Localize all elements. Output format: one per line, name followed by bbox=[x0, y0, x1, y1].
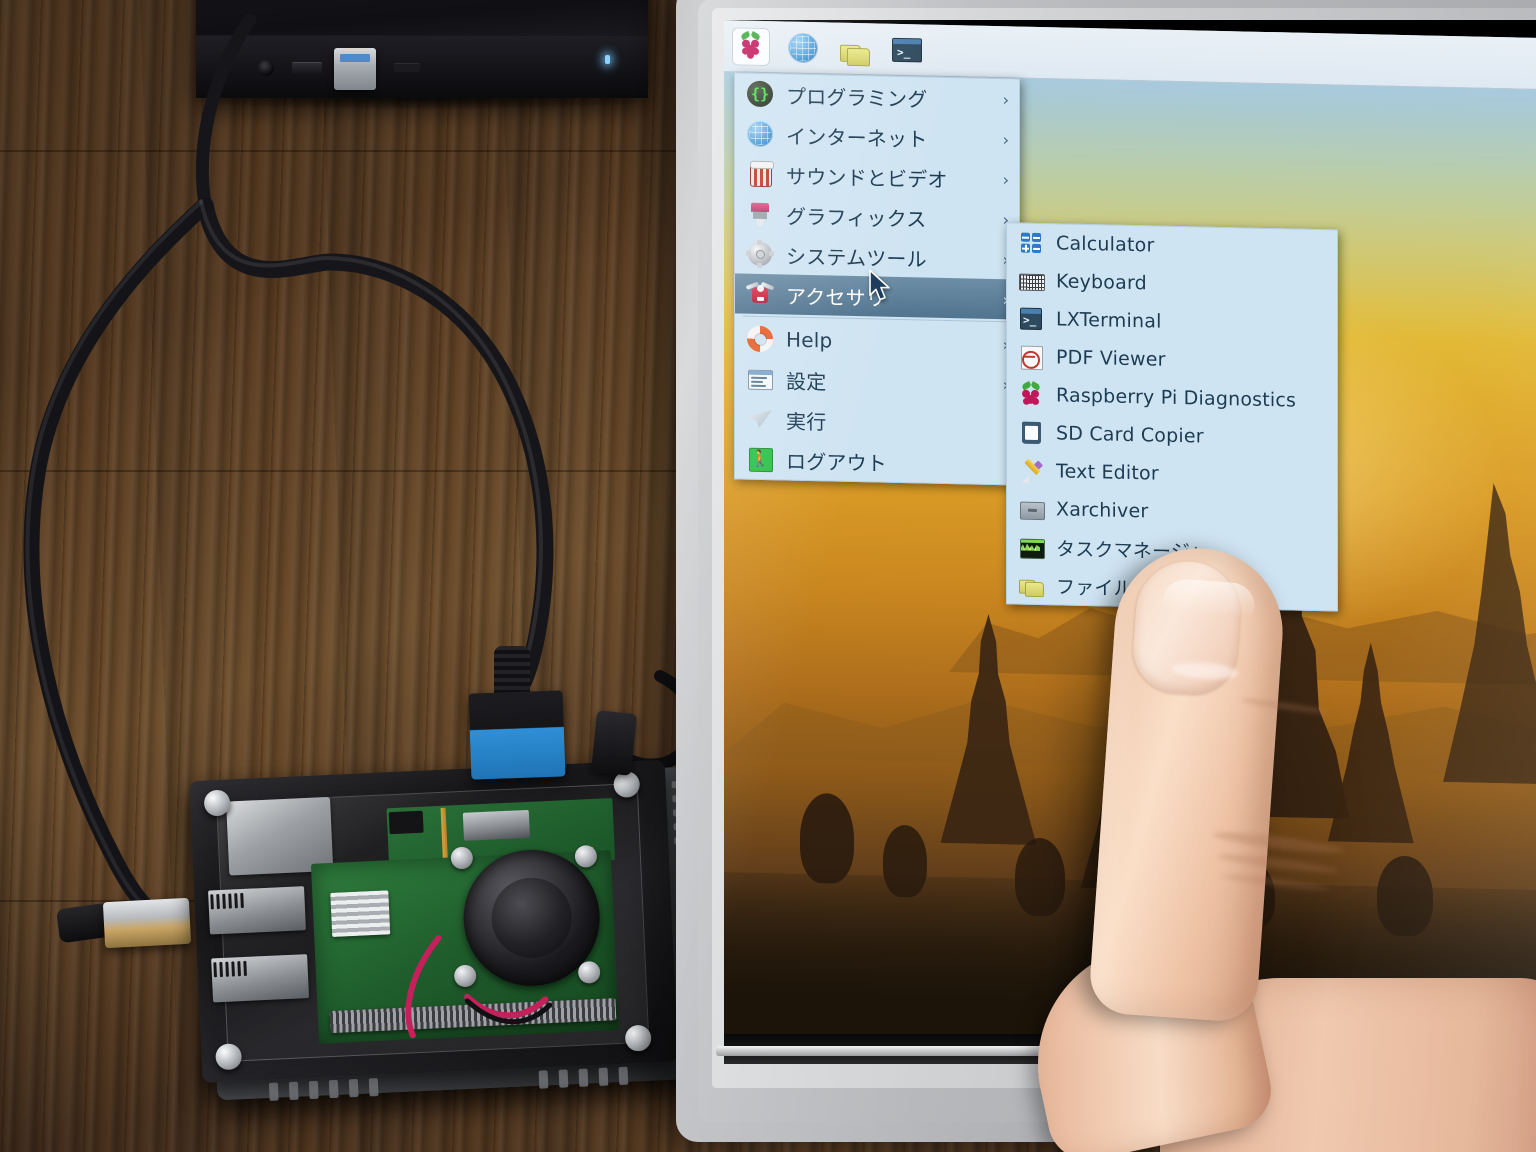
lxterminal-icon: >_ bbox=[1019, 307, 1043, 332]
menu-item-label: ログアウト bbox=[786, 448, 887, 476]
usb-port bbox=[292, 62, 322, 75]
usbc-power-connector bbox=[468, 690, 566, 780]
terminal-icon[interactable]: >_ bbox=[888, 30, 926, 69]
camera-connector bbox=[388, 810, 424, 835]
submenu-item-label: LXTerminal bbox=[1056, 308, 1162, 333]
graphics-paintbrush-icon bbox=[747, 201, 773, 228]
menu-item-label: 設定 bbox=[786, 368, 827, 394]
submenu-item-label: Text Editor bbox=[1056, 460, 1159, 485]
fan-wires bbox=[405, 935, 553, 1039]
micro-usb-connector bbox=[590, 710, 638, 776]
fingernail bbox=[1130, 558, 1257, 698]
xarchiver-icon bbox=[1019, 497, 1045, 522]
submenu-item-label: Calculator bbox=[1056, 232, 1155, 257]
index-finger bbox=[1087, 542, 1345, 1024]
raspberry-pi-device bbox=[179, 751, 706, 1106]
sound-video-icon bbox=[747, 161, 773, 188]
accessories-knife-icon bbox=[745, 281, 775, 308]
programming-icon: {} bbox=[747, 80, 773, 108]
ram-heatsink bbox=[330, 890, 391, 937]
menu-item-logout[interactable]: 🚶 ログアウト bbox=[735, 438, 1019, 484]
hand bbox=[1010, 542, 1536, 1152]
power-led-indicator bbox=[605, 55, 610, 64]
submenu-item-label: PDF Viewer bbox=[1056, 346, 1166, 371]
menu-item-preferences[interactable]: 設定 › bbox=[735, 358, 1019, 404]
menu-item-label: システムツール bbox=[786, 243, 927, 272]
menu-item-label: プログラミング bbox=[786, 83, 928, 112]
acrylic-case bbox=[189, 759, 679, 1083]
hdmi-port bbox=[462, 809, 531, 841]
calculator-icon bbox=[1019, 231, 1043, 256]
submenu-arrow-icon: › bbox=[1002, 169, 1009, 189]
run-paperplane-icon bbox=[747, 406, 773, 433]
web-browser-icon[interactable] bbox=[784, 28, 822, 67]
file-manager-icon[interactable] bbox=[836, 29, 874, 68]
menu-item-graphics[interactable]: グラフィックス › bbox=[735, 193, 1019, 239]
menu-item-sound-video[interactable]: サウンドとビデオ › bbox=[735, 153, 1019, 199]
help-lifebuoy-icon bbox=[747, 325, 773, 353]
pdf-viewer-icon bbox=[1019, 345, 1043, 371]
audio-jack-port bbox=[258, 60, 274, 76]
preferences-icon bbox=[747, 366, 773, 393]
menu-item-label: インターネット bbox=[786, 123, 928, 152]
hdmi-connector bbox=[102, 897, 192, 949]
photo-scene: >_ {} プログラミング › インターネット › サウンドとビデオ › グラフ… bbox=[0, 0, 1536, 1152]
logout-icon: 🚶 bbox=[747, 446, 773, 473]
menu-item-programming[interactable]: {} プログラミング › bbox=[735, 73, 1019, 119]
usb-port-pair-1 bbox=[208, 886, 306, 935]
submenu-item-label: Keyboard bbox=[1056, 270, 1147, 295]
submenu-item-label: SD Card Copier bbox=[1056, 422, 1204, 448]
menu-item-label: サウンドとビデオ bbox=[786, 163, 948, 192]
internet-globe-icon bbox=[747, 120, 773, 148]
system-tools-gear-icon bbox=[746, 239, 774, 268]
menu-item-run[interactable]: 実行 bbox=[735, 398, 1019, 444]
text-editor-pencil-icon bbox=[1019, 458, 1044, 484]
menu-item-help[interactable]: Help › bbox=[735, 318, 1019, 364]
menu-item-label: Help bbox=[786, 327, 833, 353]
menu-item-label: 実行 bbox=[786, 408, 827, 434]
black-media-device bbox=[196, 0, 648, 98]
secondary-port bbox=[394, 63, 420, 72]
submenu-arrow-icon: › bbox=[1002, 89, 1009, 109]
usb-plug bbox=[334, 48, 376, 90]
raspberry-pi-icon bbox=[1019, 381, 1043, 408]
menu-item-label: グラフィックス bbox=[786, 203, 927, 232]
usb-port-pair-2 bbox=[211, 954, 310, 1003]
sd-card-icon bbox=[1019, 421, 1043, 446]
submenu-item-label: Xarchiver bbox=[1056, 498, 1149, 523]
submenu-arrow-icon: › bbox=[1002, 129, 1009, 149]
menu-item-internet[interactable]: インターネット › bbox=[735, 113, 1019, 159]
submenu-item-label: Raspberry Pi Diagnostics bbox=[1056, 384, 1297, 412]
raspberry-pi-menu-icon[interactable] bbox=[732, 26, 770, 66]
keyboard-icon bbox=[1019, 269, 1045, 294]
